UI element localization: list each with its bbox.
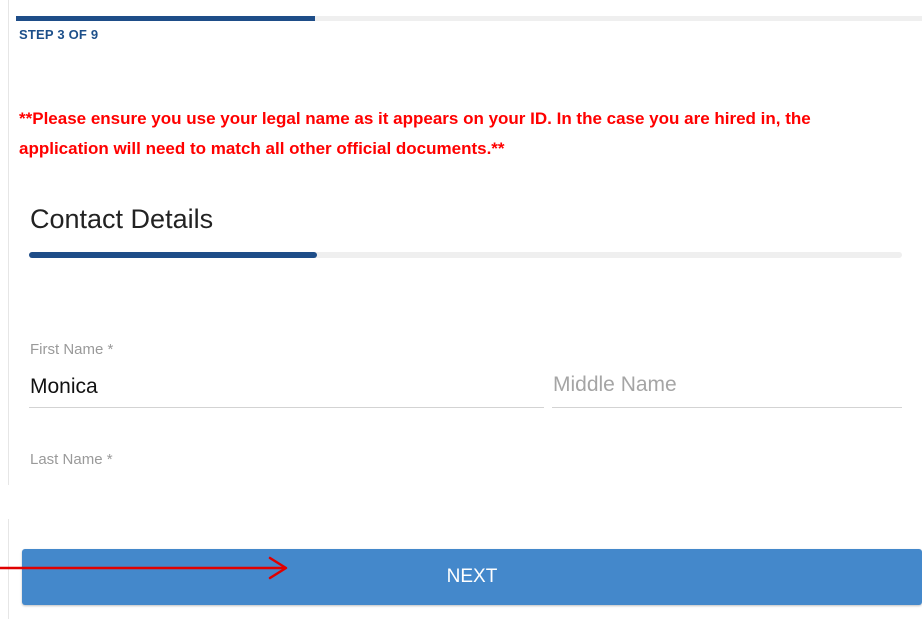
- legal-name-notice: **Please ensure you use your legal name …: [19, 109, 811, 158]
- middle-name-input[interactable]: [553, 371, 898, 399]
- step-progress-bar: [16, 16, 922, 21]
- first-name-input[interactable]: [30, 373, 540, 401]
- last-name-label: Last Name *: [30, 451, 113, 468]
- step-progress-fill: [16, 16, 315, 21]
- first-name-underline: [29, 407, 544, 408]
- left-frame-border: [8, 0, 9, 485]
- section-title: Contact Details: [30, 204, 214, 234]
- first-name-label: First Name *: [30, 341, 114, 358]
- step-indicator: STEP 3 OF 9: [19, 27, 99, 42]
- middle-name-underline: [552, 407, 902, 408]
- application-step-page: STEP 3 OF 9 **Please ensure you use your…: [0, 0, 922, 619]
- arrow-right-icon: [0, 556, 288, 580]
- section-progress-fill: [29, 252, 318, 258]
- section-progress-bar: [29, 252, 902, 258]
